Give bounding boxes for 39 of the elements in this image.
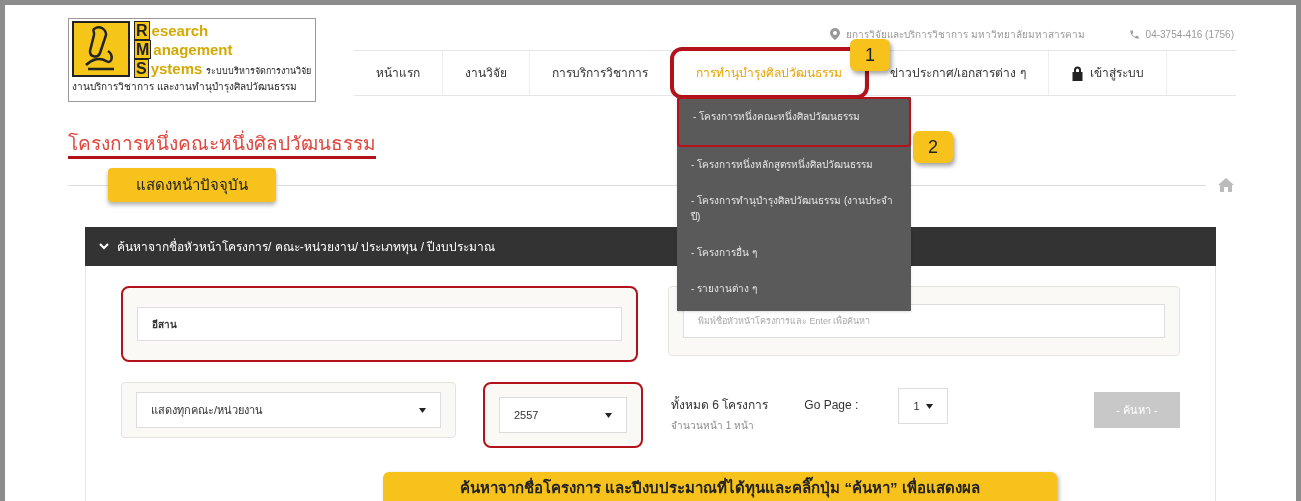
dropdown-item[interactable]: - โครงการหนึ่งหลักสูตรหนึ่งศิลปวัฒนธรรม — [677, 147, 911, 183]
logo-letter: S — [134, 59, 149, 78]
caret-icon — [419, 407, 426, 413]
phone-icon — [1128, 28, 1140, 40]
logo-word: esearch — [151, 22, 209, 39]
address-text: ยการวิจัยและบริการวิชาการ มหาวิทยาลัยมหาสารคาม — [845, 27, 1085, 42]
logo-card[interactable]: R esearch M anagement S ystems ระบบบริหารจัดการงานวิจัย งานบริการวิชาการ และงานทำนุบำรุงศิลปวัฒนธรรม — [68, 18, 316, 102]
total-count: ทั้งหมด 6 โครงการ — [671, 396, 769, 414]
callout-badge: 1 — [850, 39, 890, 71]
caret-icon — [926, 403, 934, 409]
search-panel-title: ค้นหาจากชื่อหัวหน้าโครงการ/ คณะ-หน่วยงาน/ ประเภททุน / ปีงบประมาณ — [117, 237, 496, 256]
callout-badge: 2 — [913, 131, 953, 163]
lock-icon — [1070, 65, 1084, 81]
dropdown-item[interactable]: - รายงานต่าง ๆ — [677, 271, 911, 307]
caret-icon — [605, 412, 612, 418]
logo-letter: M — [134, 40, 152, 59]
location-pin-icon — [829, 28, 840, 40]
page-count: จำนวนหน้า 1 หน้า — [671, 419, 756, 433]
page-title: โครงการหนึ่งคณะหนึ่งศิลปวัฒนธรรม — [68, 132, 376, 159]
name-input-field[interactable]: อีสาน — [137, 307, 622, 341]
dropdown-item[interactable]: - โครงการหนึ่งคณะหนึ่งศิลปวัฒนธรรม — [677, 97, 911, 147]
dropdown-select[interactable]: 1 — [898, 388, 949, 424]
nav-link[interactable]: งานวิจัย — [443, 51, 530, 95]
nav-link[interactable]: การบริการวิชาการ — [530, 51, 671, 95]
microscope-logo-icon — [72, 21, 130, 77]
current-page-button[interactable]: แสดงหน้าปัจจุบัน — [108, 168, 276, 202]
logo-word: ystems — [150, 60, 203, 77]
go-page-label: Go Page : — [804, 397, 859, 414]
nav-link[interactable]: หน้าแรก — [354, 51, 443, 95]
logo-subtitle: งานบริการวิชาการ และงานทำนุบำรุงศิลปวัฒนธรรม — [72, 80, 298, 94]
dropdown-select[interactable]: 2557 — [499, 397, 627, 433]
instruction-banner: ค้นหาจากชื่อโครงการ และปีงบประมาณที่ได้ทุนและคลิ๊กปุ่ม “ค้นหา” เพื่อแสดงผล — [383, 472, 1057, 501]
dropdown-select[interactable]: แสดงทุกคณะ/หน่วยงาน — [136, 392, 441, 428]
home-icon[interactable] — [1218, 178, 1234, 192]
logo-word: anagement — [153, 41, 233, 58]
login-link[interactable]: เข้าสู่ระบบ — [1048, 51, 1167, 95]
logo-tagline: ระบบบริหารจัดการงานวิจัย — [206, 65, 312, 78]
logo-letter: R — [134, 21, 150, 40]
phone-number: 04-3754-416 (1756) — [1145, 27, 1234, 42]
